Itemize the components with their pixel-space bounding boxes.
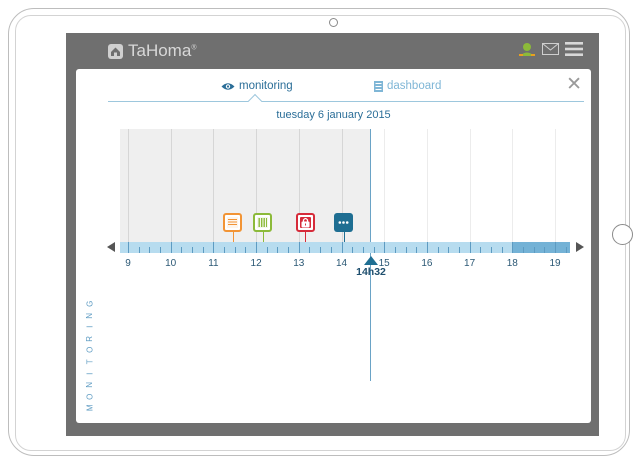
scale-tick <box>352 247 354 253</box>
brand-name: TaHoma® <box>128 41 197 60</box>
scale-tick <box>138 247 140 253</box>
scale-tick <box>480 247 482 253</box>
scale-tick <box>202 247 204 253</box>
scale-tick <box>565 247 567 253</box>
scale-tick <box>341 242 343 253</box>
roller-shutter-event-icon[interactable] <box>223 213 243 232</box>
monitoring-modal: monitoring dashboard ✕ tuesday 6 january… <box>76 69 591 423</box>
date-label: tuesday 6 january 2015 <box>276 109 391 121</box>
tab-monitoring[interactable]: monitoring <box>221 80 293 92</box>
app-logo[interactable]: TaHoma® <box>108 41 196 61</box>
time-cursor-handle[interactable] <box>364 256 378 265</box>
scale-tick <box>288 247 290 253</box>
time-scale-bar[interactable] <box>120 242 570 253</box>
scale-tick <box>277 247 279 253</box>
hour-label: 16 <box>421 258 433 269</box>
scale-tick <box>170 242 172 253</box>
grid-line <box>426 129 428 247</box>
mail-icon[interactable] <box>542 43 559 55</box>
scale-tick <box>437 247 439 253</box>
hour-label: 19 <box>549 258 561 269</box>
hour-label: 13 <box>293 258 305 269</box>
hour-label: 17 <box>464 258 476 269</box>
scale-tick <box>245 247 247 253</box>
hour-label: 12 <box>250 258 262 269</box>
scale-tick <box>384 242 386 253</box>
scale-tick <box>128 242 129 253</box>
tab-monitoring-label: monitoring <box>239 80 293 92</box>
hour-label: 18 <box>506 258 518 269</box>
scale-tick <box>426 242 428 253</box>
user-status-icon[interactable] <box>518 41 536 57</box>
scale-tick <box>192 247 194 253</box>
scale-tick <box>394 247 396 253</box>
time-scale-highlight <box>513 242 570 253</box>
scale-tick <box>298 242 300 253</box>
scale-tick <box>362 247 364 253</box>
scroll-right-arrow-icon[interactable] <box>576 242 584 252</box>
scale-tick <box>256 242 258 253</box>
scale-tick <box>373 247 375 253</box>
scale-tick <box>309 247 311 253</box>
scale-tick <box>149 247 151 253</box>
scale-tick <box>533 247 535 253</box>
time-cursor-label: 14h32 <box>356 266 386 278</box>
top-bar: TaHoma® <box>66 33 599 69</box>
scale-tick <box>490 247 492 253</box>
grid-line <box>512 129 514 247</box>
eye-icon <box>221 82 235 90</box>
hour-label: 14 <box>335 258 348 269</box>
scale-tick <box>544 247 546 253</box>
scale-tick <box>522 247 524 253</box>
scale-tick <box>160 247 162 253</box>
active-tab-indicator <box>247 93 263 109</box>
grid-line <box>469 129 471 247</box>
home-button[interactable] <box>612 224 633 245</box>
close-icon[interactable]: ✕ <box>566 75 582 94</box>
scale-tick <box>234 247 236 253</box>
grid-line <box>384 129 386 247</box>
grid-line <box>213 129 215 247</box>
exterior-blind-event-icon[interactable] <box>253 213 272 232</box>
scale-tick <box>224 247 226 253</box>
scroll-left-arrow-icon[interactable] <box>107 242 115 252</box>
grid-line <box>170 129 172 247</box>
scale-tick <box>266 247 268 253</box>
tab-bar: monitoring dashboard ✕ <box>76 69 591 109</box>
current-time-line <box>370 129 371 381</box>
scale-tick <box>458 247 460 253</box>
dashboard-list-icon <box>374 80 383 92</box>
grid-line <box>555 129 556 247</box>
scale-tick <box>448 247 450 253</box>
side-section-label: GNIROTINOM <box>85 300 95 412</box>
alarm-lock-event-icon[interactable] <box>295 213 315 232</box>
hour-label: 10 <box>165 258 177 269</box>
tab-dashboard-label: dashboard <box>387 80 442 92</box>
other-event-icon[interactable] <box>334 213 354 232</box>
tab-dashboard[interactable]: dashboard <box>374 80 441 92</box>
scale-tick <box>416 247 418 253</box>
scale-tick <box>512 242 514 253</box>
scale-tick <box>501 247 503 253</box>
top-icons <box>518 41 583 57</box>
grid-line <box>128 129 129 247</box>
tab-underline <box>108 101 584 102</box>
camera <box>329 18 338 27</box>
scale-tick <box>555 242 556 253</box>
scale-tick <box>320 247 322 253</box>
scale-tick <box>469 242 471 253</box>
scale-tick <box>181 247 183 253</box>
home-logo-icon <box>108 43 123 59</box>
hour-label: 11 <box>208 258 219 269</box>
scale-tick <box>405 247 407 253</box>
scale-tick <box>330 247 332 253</box>
hamburger-menu-icon[interactable] <box>565 42 583 56</box>
scale-tick <box>213 242 215 253</box>
hour-label: 9 <box>125 258 131 269</box>
